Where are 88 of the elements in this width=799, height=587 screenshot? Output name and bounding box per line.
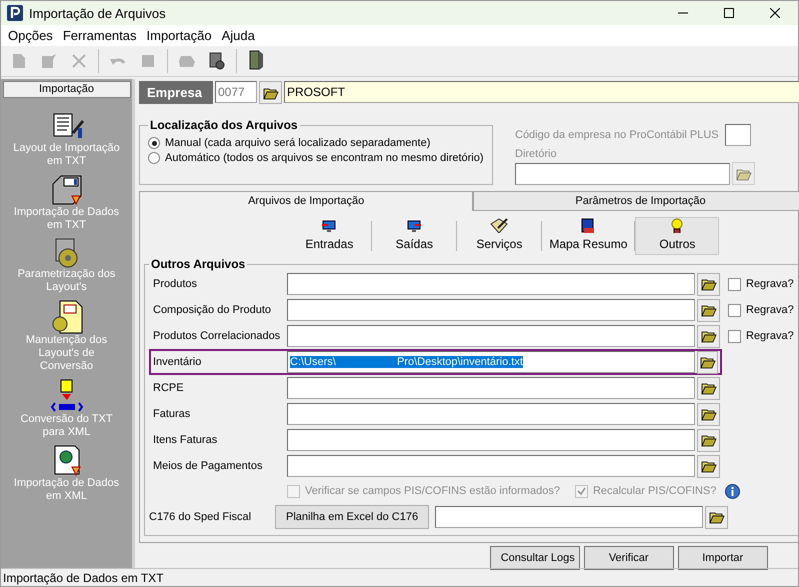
field-label: RCPE [153,382,185,394]
browse-button[interactable] [697,324,720,348]
file-path-field[interactable] [287,377,695,399]
checkbox[interactable] [728,304,741,316]
open-folder-icon [700,459,716,473]
section-tab[interactable]: Saídas [372,217,456,255]
file-path-field[interactable] [287,325,695,347]
open-folder-icon [700,303,716,317]
tab[interactable]: Parâmetros de Importação [473,191,799,211]
window-title: Importação de Arquivos [29,6,166,20]
radio-label: Automático (todos os arquivos se encontram no mesmo diretório) [165,152,484,164]
menu-item[interactable]: Opções [3,28,58,43]
checkbox-label: Verificar se campos PIS/COFINS estão informados? [305,485,560,497]
browse-button[interactable] [697,402,720,426]
browse-button[interactable] [259,81,282,104]
company-name-field[interactable]: PROSOFT [284,81,799,103]
checkbox-label: Regrava? [746,330,794,342]
open-folder-icon [700,277,716,291]
field-label: Composição do Produto [153,304,272,316]
open-folder-icon [708,510,725,524]
browse-button[interactable] [697,298,720,322]
field-label: Produtos Correlacionados [153,330,282,342]
document-pen-icon [490,218,508,233]
field-label: Faturas [153,408,192,420]
exit-door-icon[interactable] [247,50,265,72]
section-tab[interactable]: Entradas [287,217,372,255]
monitor-icon [322,220,336,233]
file-path-field[interactable] [287,403,695,425]
open-folder-icon [736,166,752,180]
excel-sheet-button[interactable]: Planilha em Excel do C176 [275,505,430,529]
browse-button[interactable] [705,506,728,528]
file-path-field[interactable]: C:\Users\ Pro\Desktop\inventário.txt [287,351,695,373]
open-folder-icon [700,381,716,395]
section-tab[interactable]: Mapa Resumo [542,217,634,255]
open-folder-icon [262,86,278,100]
field-label: Produtos [153,278,198,290]
field-label: Itens Faturas [153,434,218,446]
open-folder-icon [700,407,716,421]
file-path-field[interactable] [435,506,704,528]
browse-button[interactable] [697,376,720,400]
menu-item[interactable]: Importação [142,28,217,43]
file-path-field[interactable] [287,429,695,451]
checkbox-label: Recalcular PIS/COFINS? [592,485,716,497]
field-label: Diretório [515,148,558,160]
app-logo-icon [7,5,23,21]
lightbulb-icon [669,218,686,233]
open-folder-icon [700,329,716,343]
group-title: Outros Arquivos [150,257,246,271]
file-path-field[interactable] [287,299,695,321]
info-icon[interactable] [725,484,740,498]
open-folder-icon [700,355,716,369]
tab[interactable]: Arquivos de Importação [139,191,474,211]
section-tab[interactable]: Outros [635,217,720,255]
field-label: Inventário [153,356,202,368]
field-label: C176 do Sped Fiscal [149,511,252,523]
browse-button[interactable] [697,350,718,374]
maximize-icon[interactable] [724,8,734,18]
company-label: Empresa [139,81,213,104]
radio-button[interactable] [148,152,160,164]
txt-to-xml-icon [50,379,84,413]
menu-item[interactable]: Ferramentas [58,28,142,43]
radio-label: Manual (cada arquivo será localizado separadamente) [165,137,430,149]
checkbox[interactable] [728,278,741,290]
checkbox[interactable] [728,330,741,342]
field-label: Meios de Pagamentos [153,460,264,472]
checkbox-label: Regrava? [746,304,794,316]
browse-button[interactable] [697,272,720,296]
book-icon [581,218,596,233]
sidebar-header[interactable]: Importação [2,81,130,98]
status-bar: Importação de Dados em TXT [1,568,798,586]
group-title: Localização dos Arquivos [149,118,299,132]
company-code-field[interactable]: 0077 [215,81,257,103]
checkbox-label: Regrava? [746,278,794,290]
action-button[interactable]: Verificar [584,546,674,570]
radio-button[interactable] [148,137,160,149]
close-icon[interactable] [770,8,780,18]
monitor-icon [407,220,422,233]
browse-button[interactable] [697,454,720,478]
action-button[interactable]: Consultar Logs [490,546,580,570]
browse-button[interactable] [697,428,720,452]
section-tab[interactable]: Serviços [457,217,542,255]
open-folder-icon [700,433,716,447]
file-path-field[interactable] [287,455,695,477]
file-path-field[interactable] [287,273,695,295]
action-button[interactable]: Importar [678,546,768,570]
floppy-drive-icon [50,174,84,206]
menu-item[interactable]: Ajuda [216,28,260,43]
field-label: Código da empresa no ProContábil PLUS [515,129,719,141]
